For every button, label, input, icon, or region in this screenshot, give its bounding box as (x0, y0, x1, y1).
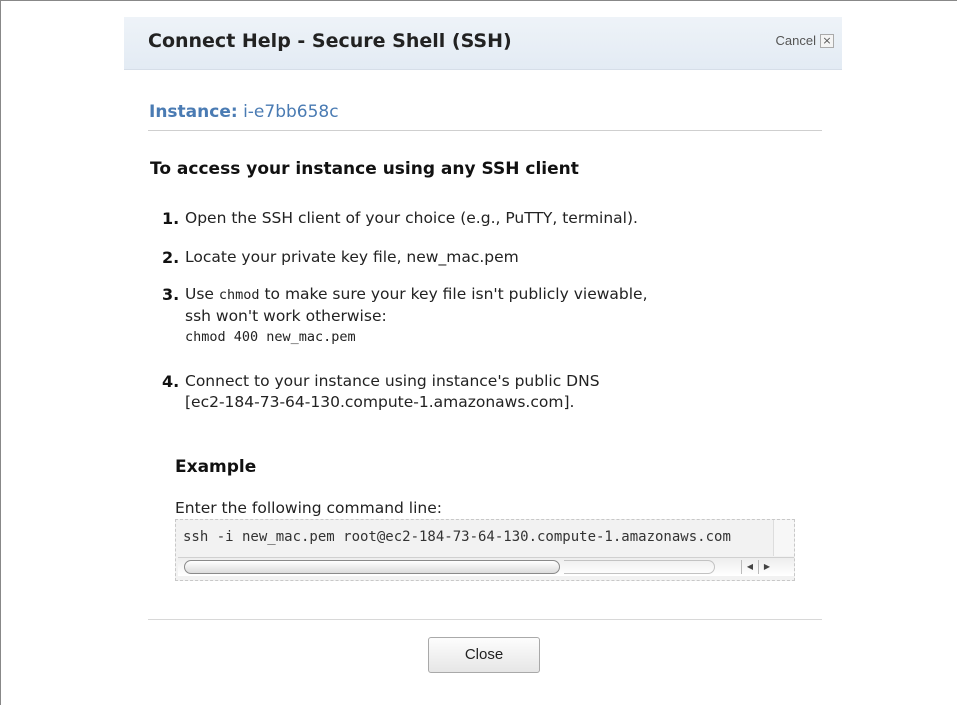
scroll-right-icon[interactable]: ▶ (758, 560, 775, 574)
divider (148, 619, 822, 620)
step-number: 2. (162, 248, 180, 267)
close-icon[interactable]: × (820, 33, 834, 48)
step-line: [ec2-184-73-64-130.compute-1.amazonaws.c… (185, 393, 575, 411)
dialog-header: Connect Help - Secure Shell (SSH) Cancel… (124, 17, 842, 70)
command-box[interactable]: ssh -i new_mac.pem root@ec2-184-73-64-13… (175, 519, 795, 581)
divider (148, 130, 822, 131)
code-line: chmod 400 new_mac.pem (185, 329, 356, 345)
cancel-label[interactable]: Cancel (776, 33, 816, 48)
horizontal-scrollbar[interactable]: ◀ ▶ (178, 557, 794, 576)
instance-row: Instance: i-e7bb658c (149, 102, 339, 122)
step-line: Use chmod to make sure your key file isn… (185, 284, 648, 306)
step-text: Locate your private key file, new_mac.pe… (185, 248, 519, 266)
section-heading: To access your instance using any SSH cl… (150, 159, 579, 179)
dialog-title: Connect Help - Secure Shell (SSH) (148, 30, 512, 52)
step-text: Connect to your instance using instance'… (185, 371, 600, 413)
instance-label: Instance: (149, 102, 238, 122)
step-number: 1. (162, 209, 180, 228)
cancel-button[interactable]: Cancel × (776, 33, 834, 48)
scroll-left-icon[interactable]: ◀ (741, 560, 758, 574)
example-heading: Example (175, 457, 257, 477)
step-number: 3. (162, 285, 180, 304)
scroll-corner (773, 520, 794, 556)
inline-code: chmod (218, 287, 260, 303)
example-description: Enter the following command line: (175, 499, 442, 517)
step-text-part: to make sure your key file isn't publicl… (259, 285, 648, 303)
step-text: Use chmod to make sure your key file isn… (185, 284, 648, 348)
connect-help-dialog: Connect Help - Secure Shell (SSH) Cancel… (124, 17, 842, 705)
step-text: Open the SSH client of your choice (e.g.… (185, 209, 638, 227)
scrollbar-thumb[interactable] (184, 560, 560, 574)
step-line: ssh won't work otherwise: (185, 307, 387, 325)
close-button[interactable]: Close (428, 637, 540, 673)
scrollbar-track[interactable] (564, 560, 715, 574)
step-number: 4. (162, 372, 180, 391)
step-line: Connect to your instance using instance'… (185, 372, 600, 390)
command-text[interactable]: ssh -i new_mac.pem root@ec2-184-73-64-13… (183, 529, 731, 545)
step-text-part: Use (185, 285, 219, 303)
instance-id: i-e7bb658c (243, 102, 339, 122)
